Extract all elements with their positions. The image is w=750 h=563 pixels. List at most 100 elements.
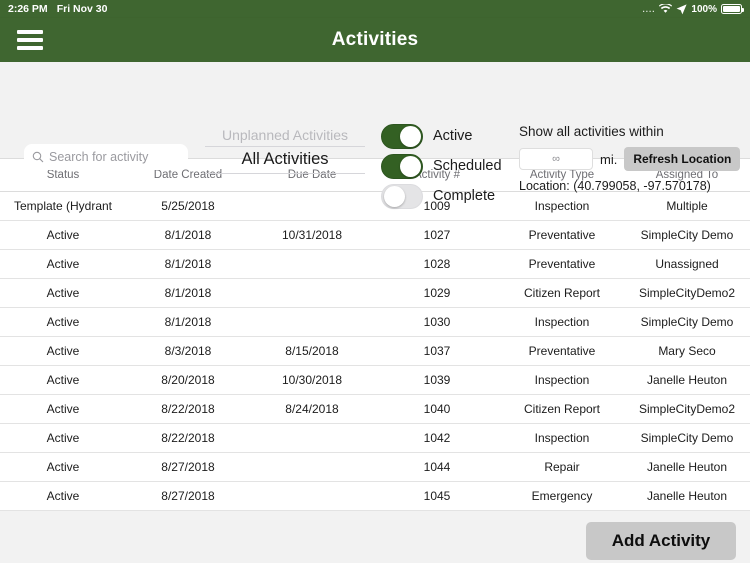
hamburger-menu-icon[interactable] (17, 30, 43, 50)
toggle-row-complete: Complete (381, 182, 502, 210)
battery-full-icon (721, 4, 744, 14)
location-coordinates: Location: (40.799058, -97.570178) (519, 179, 711, 193)
cell-created: 8/1/2018 (164, 257, 212, 271)
cell-type: Inspection (534, 315, 590, 329)
cell-status: Active (46, 460, 80, 474)
wifi-icon (659, 3, 673, 14)
refresh-location-button[interactable]: Refresh Location (624, 147, 741, 171)
cell-created: 5/25/2018 (161, 199, 215, 213)
cell-created: 8/22/2018 (161, 431, 215, 445)
column-header-status[interactable]: Status (0, 169, 126, 181)
cell-number: 1045 (423, 489, 451, 503)
filter-bar: Unplanned Activities All Activities Acti… (0, 62, 750, 209)
cell-type: Emergency (531, 489, 593, 503)
cell-status: Active (46, 257, 80, 271)
search-input[interactable] (49, 150, 180, 164)
status-filter-toggles: Active Scheduled Complete (381, 122, 502, 212)
table-row[interactable]: Active 8/20/2018 10/30/2018 1039 Inspection J… (0, 366, 750, 395)
table-row[interactable]: Active 8/22/2018 1042 Inspection SimpleCity … (0, 424, 750, 453)
cell-type: Repair (544, 460, 580, 474)
cell-assigned: Mary Seco (658, 344, 716, 358)
cell-status: Active (46, 315, 80, 329)
table-row[interactable]: Active 8/27/2018 1045 Emergency Janelle Heut… (0, 482, 750, 511)
cell-type: Preventative (528, 344, 596, 358)
distance-input[interactable]: ∞ (519, 148, 593, 170)
page-title: Activities (331, 29, 419, 50)
cell-assigned: Janelle Heuton (646, 489, 728, 503)
toggle-row-scheduled: Scheduled (381, 152, 502, 180)
status-bar: 2:26 PM Fri Nov 30 .... 100% (0, 0, 750, 18)
location-filter-panel: Show all activities within ∞ mi. Refresh… (519, 124, 741, 193)
cell-type: Inspection (534, 431, 590, 445)
toggle-label-scheduled: Scheduled (433, 158, 502, 174)
table-row[interactable]: Active 8/1/2018 10/31/2018 1027 Preventative… (0, 221, 750, 250)
cell-type: Inspection (534, 373, 590, 387)
cell-status: Active (46, 402, 80, 416)
signal-dots-icon: .... (642, 4, 656, 14)
cell-type: Preventative (528, 257, 596, 271)
table-body: Template (Hydrant 5/25/2018 1009 Inspection… (0, 192, 750, 511)
picker-option-all[interactable]: All Activities (205, 147, 365, 173)
cell-status: Active (46, 286, 80, 300)
cell-assigned: SimpleCity Demo (640, 228, 734, 242)
search-field[interactable] (24, 144, 188, 170)
table-row[interactable]: Active 8/22/2018 8/24/2018 1040 Citizen Repo… (0, 395, 750, 424)
toggle-active[interactable] (381, 123, 423, 149)
status-bar-right: .... 100% (642, 3, 744, 15)
cell-status: Active (46, 228, 80, 242)
cell-created: 8/3/2018 (164, 344, 212, 358)
cell-assigned: Janelle Heuton (646, 460, 728, 474)
cell-created: 8/1/2018 (164, 286, 212, 300)
activities-table: Status Date Created Due Date Activity # … (0, 158, 750, 511)
cell-due: 8/24/2018 (285, 402, 339, 416)
activity-scope-picker[interactable]: Unplanned Activities All Activities (205, 125, 365, 174)
cell-assigned: SimpleCityDemo2 (638, 402, 736, 416)
footer-bar: Add Activity (0, 516, 750, 563)
cell-number: 1029 (423, 286, 451, 300)
cell-assigned: Unassigned (655, 257, 719, 271)
cell-status: Template (Hydrant (13, 199, 113, 213)
toggle-label-active: Active (433, 128, 473, 144)
cell-status: Active (46, 431, 80, 445)
cell-due: 10/30/2018 (281, 373, 343, 387)
table-row[interactable]: Active 8/3/2018 8/15/2018 1037 Preventative M… (0, 337, 750, 366)
cell-type: Inspection (534, 199, 590, 213)
add-activity-button[interactable]: Add Activity (586, 522, 736, 560)
table-row[interactable]: Template (Hydrant 5/25/2018 1009 Inspection… (0, 192, 750, 221)
toggle-scheduled[interactable] (381, 153, 423, 179)
status-time: 2:26 PM (8, 3, 48, 15)
table-row[interactable]: Active 8/1/2018 1030 Inspection SimpleCity D… (0, 308, 750, 337)
cell-number: 1037 (423, 344, 451, 358)
location-filter-title: Show all activities within (519, 124, 664, 139)
location-arrow-icon (676, 3, 688, 15)
status-bar-left: 2:26 PM Fri Nov 30 (8, 3, 107, 15)
cell-number: 1040 (423, 402, 451, 416)
toggle-row-active: Active (381, 122, 502, 150)
cell-type: Citizen Report (523, 402, 601, 416)
cell-due: 8/15/2018 (285, 344, 339, 358)
cell-number: 1028 (423, 257, 451, 271)
table-row[interactable]: Active 8/1/2018 1029 Citizen Report SimpleCi… (0, 279, 750, 308)
cell-created: 8/1/2018 (164, 315, 212, 329)
table-row[interactable]: Active 8/27/2018 1044 Repair Janelle Heuton (0, 453, 750, 482)
cell-created: 8/27/2018 (161, 489, 215, 503)
battery-percent: 100% (691, 3, 717, 15)
cell-assigned: SimpleCityDemo2 (638, 286, 736, 300)
cell-assigned: SimpleCity Demo (640, 431, 734, 445)
navigation-bar: Activities (0, 18, 750, 62)
cell-number: 1030 (423, 315, 451, 329)
cell-number: 1044 (423, 460, 451, 474)
cell-number: 1039 (423, 373, 451, 387)
picker-option-unplanned[interactable]: Unplanned Activities (205, 125, 365, 146)
cell-status: Active (46, 489, 80, 503)
cell-due: 10/31/2018 (281, 228, 343, 242)
table-row[interactable]: Active 8/1/2018 1028 Preventative Unassigned (0, 250, 750, 279)
distance-row: ∞ mi. Refresh Location (519, 147, 741, 171)
search-container (24, 144, 188, 170)
status-date: Fri Nov 30 (56, 3, 108, 15)
cell-type: Preventative (528, 228, 596, 242)
toggle-complete[interactable] (381, 183, 423, 209)
cell-created: 8/1/2018 (164, 228, 212, 242)
cell-number: 1042 (423, 431, 451, 445)
cell-assigned: Janelle Heuton (646, 373, 728, 387)
